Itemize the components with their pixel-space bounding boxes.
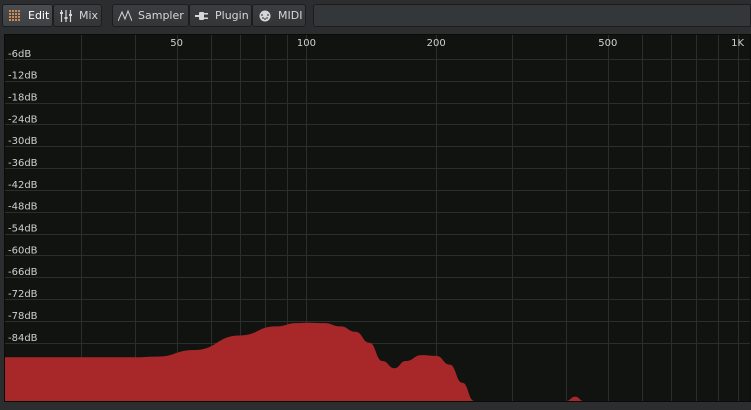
tab-midi[interactable]: MIDI [252,4,306,27]
x-tick-label: 1K [731,38,744,49]
tab-plugin[interactable]: Plugin [189,4,252,27]
y-tick-label: -6dB [8,49,31,60]
y-tick-label: -60dB [8,245,38,256]
toolbar: Edit Mix Sampler Plugin MIDI [0,0,751,31]
midi-port-icon [258,9,272,23]
y-tick-label: -12dB [8,71,38,82]
y-tick-label: -48dB [8,202,38,213]
plug-icon [195,9,209,23]
y-tick-label: -66dB [8,267,38,278]
tab-mix[interactable]: Mix [53,4,102,27]
x-tick-label: 500 [598,38,617,49]
grid-icon [8,9,22,23]
tab-edit-label: Edit [28,9,50,22]
tab-mix-label: Mix [79,9,99,22]
y-tick-label: -24dB [8,114,38,125]
x-tick-label: 100 [297,38,316,49]
y-tick-label: -18dB [8,93,38,104]
bottom-bar [0,402,751,410]
y-tick-label: -72dB [8,289,38,300]
y-tick-label: -84dB [8,333,38,344]
spectrum-area [5,322,750,401]
tab-edit[interactable]: Edit [2,4,53,27]
tab-sampler[interactable]: Sampler [112,4,189,27]
spectrum-analyzer: 50 100 200 500 1K -6dB -12dB -18dB -24dB -30dB -36… [4,34,751,402]
tab-plugin-label: Plugin [215,9,249,22]
x-tick-label: 200 [427,38,446,49]
spectrum-plot: 50 100 200 500 1K -6dB -12dB -18dB -24dB -30dB -36… [5,35,750,401]
sliders-icon [59,9,73,23]
waveform-icon [118,9,132,23]
tab-sampler-label: Sampler [138,9,184,22]
y-tick-label: -36dB [8,158,38,169]
toolbar-field[interactable] [313,4,751,27]
y-tick-label: -42dB [8,180,38,191]
y-tick-label: -54dB [8,224,38,235]
y-tick-label: -78dB [8,311,38,322]
x-tick-label: 50 [170,38,183,49]
y-tick-label: -30dB [8,136,38,147]
tab-midi-label: MIDI [278,9,303,22]
